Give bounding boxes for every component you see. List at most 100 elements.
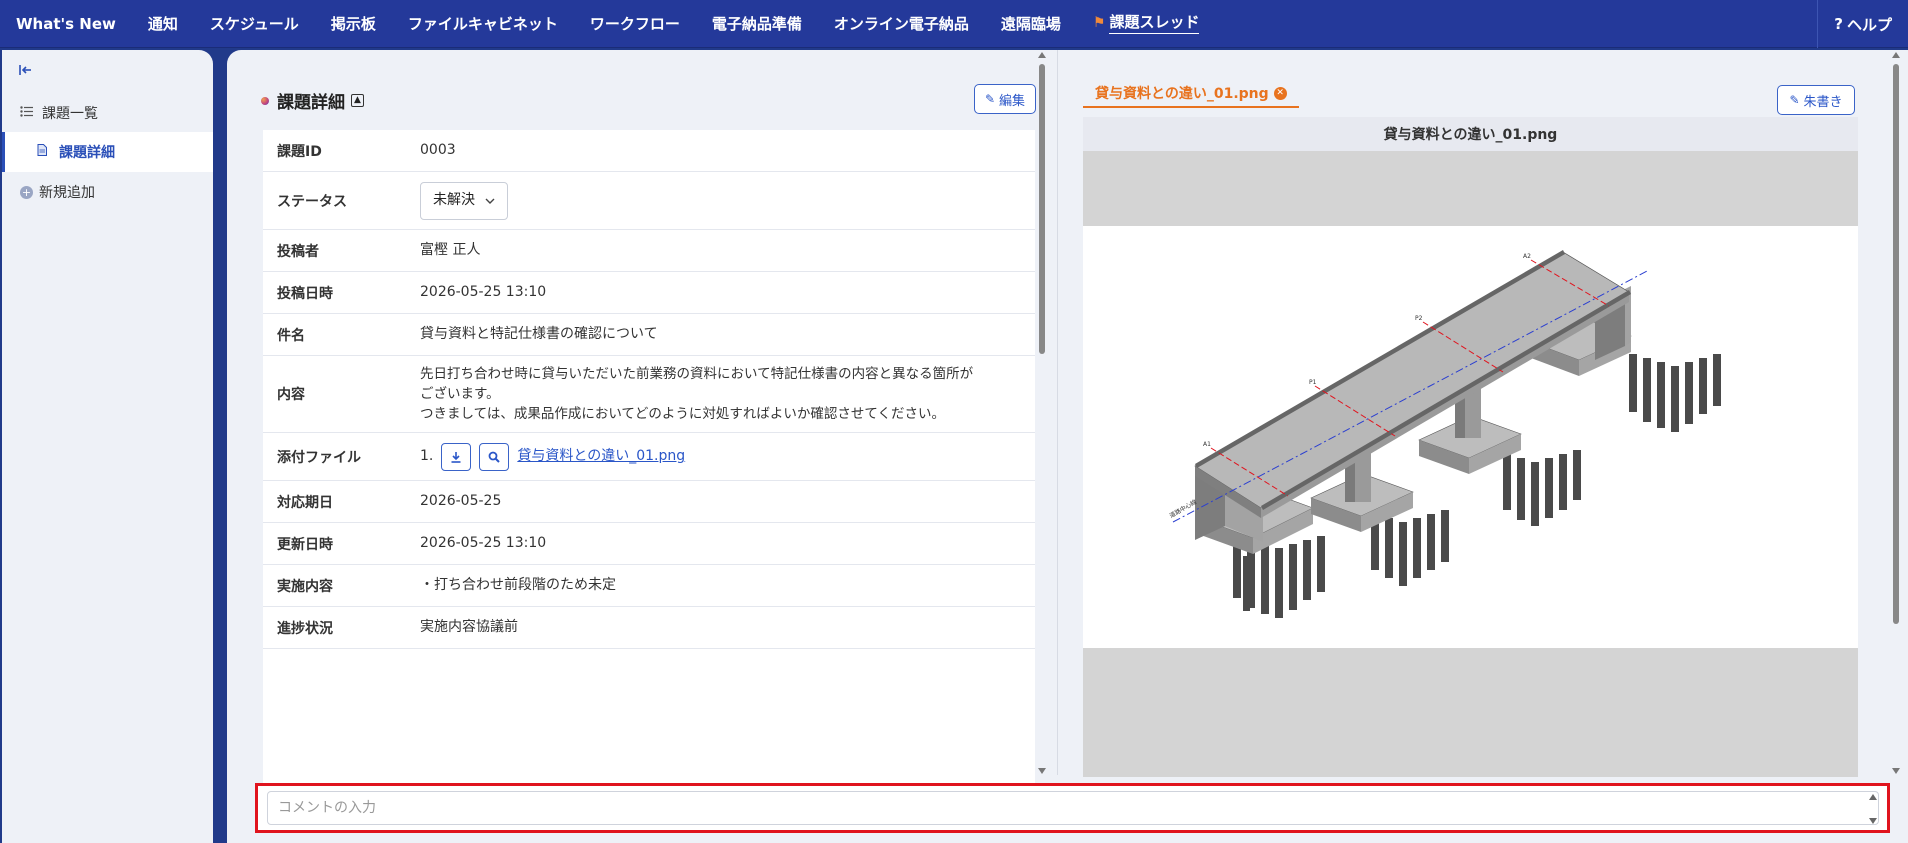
sidebar-item-label: 課題一覧 xyxy=(42,106,98,122)
row-value: ・打ち合わせ前段階のため未定 xyxy=(420,577,616,593)
row-label: 課題ID xyxy=(277,143,322,160)
collapse-sidebar-icon[interactable] xyxy=(18,62,38,82)
nav-workflow[interactable]: ワークフロー xyxy=(574,0,696,48)
logo-dot-icon xyxy=(261,96,269,105)
preview-button[interactable] xyxy=(479,442,510,471)
help-icon: ? xyxy=(1834,15,1843,33)
row-status: ステータス 未解決 xyxy=(263,172,1035,230)
content-line: つきましては、成果品作成においてどのように対処すればよいか確認させてください。 xyxy=(420,406,946,422)
status-select-value: 未解決 xyxy=(433,192,475,208)
row-label: 進捗状況 xyxy=(277,620,333,637)
nav-issue-thread[interactable]: ⚑ 課題スレッド xyxy=(1077,0,1216,48)
red-annotation-button[interactable]: ✎ 朱書き xyxy=(1777,85,1855,115)
scroll-up-icon[interactable] xyxy=(1892,52,1900,58)
nav-remote-inspection[interactable]: 遠隔臨場 xyxy=(985,0,1077,48)
row-label: 内容 xyxy=(277,387,305,403)
document-icon xyxy=(37,144,53,160)
row-issue-id: 課題ID 0003 xyxy=(263,130,1035,172)
nav-online-e-delivery[interactable]: オンライン電子納品 xyxy=(818,0,985,48)
row-value: 富樫 正人 xyxy=(420,242,481,258)
download-icon xyxy=(451,451,461,463)
scroll-thumb[interactable] xyxy=(1893,64,1899,624)
edit-button[interactable]: ✎ 編集 xyxy=(974,84,1036,114)
nav-file-cabinet[interactable]: ファイルキャビネット xyxy=(392,0,574,48)
preview-tab-label: 貸与資料との違い_01.png xyxy=(1095,86,1269,102)
bridge-model-image: A1 P1 P2 A2 道路中心線 xyxy=(1083,226,1858,648)
row-action: 実施内容 ・打ち合わせ前段階のため未定 xyxy=(263,565,1035,607)
scroll-up-icon[interactable] xyxy=(1038,52,1046,58)
row-subject: 件名 貸与資料と特記仕様書の確認について xyxy=(263,314,1035,356)
row-due-date: 対応期日 2026-05-25 xyxy=(263,481,1035,523)
status-select[interactable]: 未解決 xyxy=(420,181,508,220)
nav-bulletin-board[interactable]: 掲示板 xyxy=(315,0,392,48)
sidebar: 課題一覧 課題詳細 + 新規追加 xyxy=(2,50,213,843)
nav-whats-new[interactable]: What's New xyxy=(0,0,132,48)
comment-area xyxy=(255,783,1890,833)
row-value: 先日打ち合わせ時に貸与いただいた前業務の資料において特記仕様書の内容と異なる箇所… xyxy=(420,364,1023,424)
row-value: 1. 貸与資料との違い_01.png xyxy=(420,442,1023,471)
help-label: ヘルプ xyxy=(1846,15,1892,34)
pencil-icon: ✎ xyxy=(984,92,996,106)
row-label: 更新日時 xyxy=(277,536,333,553)
row-value: 2026-05-25 13:10 xyxy=(420,535,547,551)
row-label: 対応期日 xyxy=(277,494,333,511)
sidebar-item-issue-detail[interactable]: 課題詳細 xyxy=(2,132,213,172)
detail-scrollbar[interactable] xyxy=(1037,52,1047,774)
content-line: 先日打ち合わせ時に貸与いただいた前業務の資料において特記仕様書の内容と異なる箇所… xyxy=(420,366,974,382)
image-preview-panel: 貸与資料との違い_01.png A1 P1 P2 A2 道路中心線 xyxy=(1083,117,1858,777)
magnifier-icon xyxy=(488,451,501,463)
row-value: 0003 xyxy=(420,142,456,158)
row-attachment: 添付ファイル 1. 貸与資料との違い_01.png xyxy=(263,433,1035,481)
expand-icon[interactable]: ▲ xyxy=(351,94,364,107)
attachment-link[interactable]: 貸与資料との違い_01.png xyxy=(517,446,685,467)
sidebar-item-label: 課題詳細 xyxy=(59,145,115,161)
page-title: 課題詳細 xyxy=(277,93,345,113)
row-posted-date: 投稿日時 2026-05-25 13:10 xyxy=(263,272,1035,314)
row-label: 添付ファイル xyxy=(277,449,361,466)
row-content: 内容 先日打ち合わせ時に貸与いただいた前業務の資料において特記仕様書の内容と異な… xyxy=(263,356,1035,433)
comment-input[interactable] xyxy=(267,791,1879,825)
row-label: ステータス xyxy=(277,193,347,210)
row-updated-date: 更新日時 2026-05-25 13:10 xyxy=(263,523,1035,565)
close-icon[interactable]: ✕ xyxy=(1273,86,1287,100)
detail-heading: 課題詳細 ▲ xyxy=(261,88,364,113)
row-label: 実施内容 xyxy=(277,578,333,595)
nav-issue-thread-label: 課題スレッド xyxy=(1109,11,1200,34)
preview-scrollbar[interactable] xyxy=(1891,52,1901,774)
svg-text:P2: P2 xyxy=(1415,315,1423,322)
nav-notifications[interactable]: 通知 xyxy=(132,0,194,48)
row-value: 2026-05-25 xyxy=(420,493,502,509)
content-line: ございます。 xyxy=(420,386,500,402)
sidebar-item-add-new[interactable]: + 新規追加 xyxy=(2,172,213,212)
comment-resize-control[interactable] xyxy=(1869,794,1879,824)
scroll-down-icon[interactable] xyxy=(1869,818,1877,824)
pencil-icon: ✎ xyxy=(1789,93,1800,107)
column-divider xyxy=(1057,50,1058,775)
row-label: 投稿日時 xyxy=(277,285,333,302)
nav-e-delivery-prep[interactable]: 電子納品準備 xyxy=(696,0,818,48)
row-value: 2026-05-25 13:10 xyxy=(420,284,547,300)
preview-filename: 貸与資料との違い_01.png xyxy=(1083,117,1858,151)
nav-schedule[interactable]: スケジュール xyxy=(194,0,315,48)
sidebar-item-label: 新規追加 xyxy=(39,185,95,201)
row-progress: 進捗状況 実施内容協議前 xyxy=(263,607,1035,649)
list-icon xyxy=(20,105,36,121)
scroll-up-icon[interactable] xyxy=(1869,794,1877,800)
row-value: 実施内容協議前 xyxy=(420,619,518,635)
row-label: 投稿者 xyxy=(277,243,319,260)
edit-button-label: 編集 xyxy=(999,93,1026,109)
plus-circle-icon: + xyxy=(20,185,33,199)
row-label: 件名 xyxy=(277,327,305,344)
top-navigation-bar: What's New 通知 スケジュール 掲示板 ファイルキャビネット ワークフ… xyxy=(0,0,1908,48)
preview-tab[interactable]: 貸与資料との違い_01.png ✕ xyxy=(1083,80,1299,108)
flag-icon: ⚑ xyxy=(1092,14,1106,31)
scroll-thumb[interactable] xyxy=(1039,64,1045,354)
scroll-down-icon[interactable] xyxy=(1892,768,1900,774)
download-button[interactable] xyxy=(441,442,472,471)
sidebar-item-issue-list[interactable]: 課題一覧 xyxy=(2,93,213,133)
main-panel: 課題詳細 ▲ ✎ 編集 課題ID 0003 ステータス 未解決 投稿者 富樫 正… xyxy=(227,50,1908,843)
attachment-index: 1. xyxy=(420,448,434,464)
red-annotation-label: 朱書き xyxy=(1803,94,1843,110)
scroll-down-icon[interactable] xyxy=(1038,768,1046,774)
help-button[interactable]: ? ヘルプ xyxy=(1817,0,1908,48)
